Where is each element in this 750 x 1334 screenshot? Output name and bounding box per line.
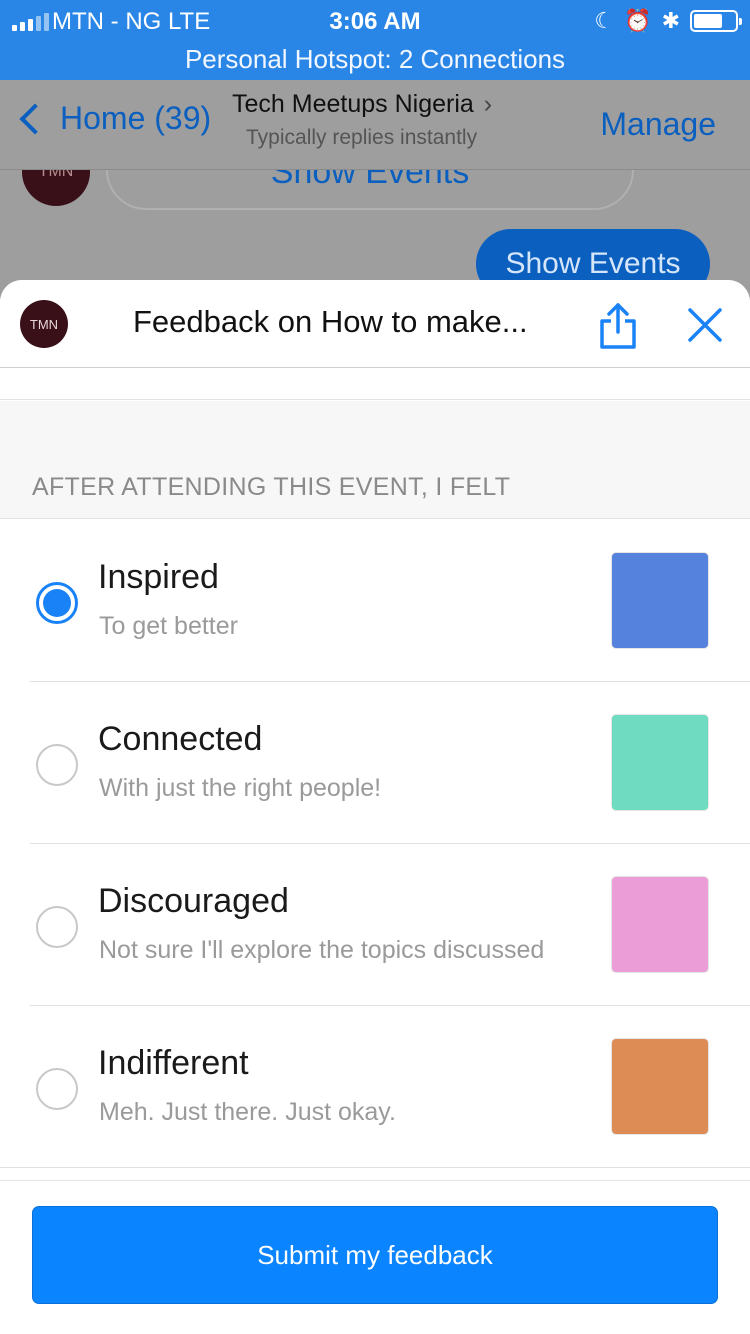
option-connected[interactable]: Connected With just the right people!	[0, 682, 750, 844]
sheet-header: TMN Feedback on How to make...	[0, 280, 750, 368]
back-button[interactable]: Home (39)	[16, 100, 211, 137]
option-label: Inspired	[98, 558, 219, 596]
radio-button[interactable]	[36, 906, 78, 948]
option-label: Discouraged	[98, 882, 289, 920]
option-description: Not sure I'll explore the topics discuss…	[99, 936, 545, 964]
section-header: AFTER ATTENDING THIS EVENT, I FELT	[0, 401, 750, 519]
hotspot-banner[interactable]: Personal Hotspot: 2 Connections	[0, 44, 750, 75]
chat-header: Home (39) Tech Meetups Nigeria › Typicall…	[0, 80, 750, 170]
options-list: Inspired To get better Connected With ju…	[0, 520, 750, 1168]
sheet-footer: Submit my feedback	[0, 1180, 750, 1334]
show-events-quick-reply[interactable]: Show Events	[106, 170, 634, 210]
option-indifferent[interactable]: Indifferent Meh. Just there. Just okay.	[0, 1006, 750, 1168]
section-title: AFTER ATTENDING THIS EVENT, I FELT	[32, 473, 511, 501]
chat-subtitle: Typically replies instantly	[246, 126, 478, 149]
feedback-sheet: TMN Feedback on How to make... AFTER ATT…	[0, 280, 750, 1334]
option-description: Meh. Just there. Just okay.	[99, 1098, 396, 1126]
sheet-title: Feedback on How to make...	[133, 304, 528, 339]
share-icon[interactable]	[598, 302, 638, 350]
battery-icon	[690, 10, 742, 32]
back-label: Home (39)	[60, 100, 212, 136]
color-swatch	[611, 876, 709, 973]
submit-feedback-button[interactable]: Submit my feedback	[32, 1206, 718, 1304]
alarm-icon: ⏰	[624, 8, 652, 33]
chevron-left-icon	[19, 102, 51, 135]
chat-title[interactable]: Tech Meetups Nigeria ›	[232, 90, 492, 119]
manage-button[interactable]: Manage	[600, 106, 716, 143]
close-icon[interactable]	[686, 306, 724, 344]
option-label: Connected	[98, 720, 263, 758]
option-inspired[interactable]: Inspired To get better	[0, 520, 750, 682]
radio-button[interactable]	[36, 744, 78, 786]
color-swatch	[611, 714, 709, 811]
bluetooth-icon: ✱	[661, 8, 680, 33]
option-discouraged[interactable]: Discouraged Not sure I'll explore the to…	[0, 844, 750, 1006]
radio-button[interactable]	[36, 582, 78, 624]
radio-button[interactable]	[36, 1068, 78, 1110]
chevron-right-icon: ›	[483, 90, 493, 118]
avatar: TMN	[22, 170, 90, 206]
status-bar: MTN - NG LTE 3:06 AM ☾ ⏰ ✱ Personal Hots…	[0, 0, 750, 80]
chat-title-text: Tech Meetups Nigeria	[232, 90, 474, 118]
spacer	[0, 368, 750, 400]
option-label: Indifferent	[98, 1044, 249, 1082]
option-description: With just the right people!	[99, 774, 382, 802]
avatar: TMN	[20, 300, 68, 348]
color-swatch	[611, 1038, 709, 1135]
color-swatch	[611, 552, 709, 649]
option-description: To get better	[99, 612, 238, 640]
moon-icon: ☾	[594, 8, 615, 33]
